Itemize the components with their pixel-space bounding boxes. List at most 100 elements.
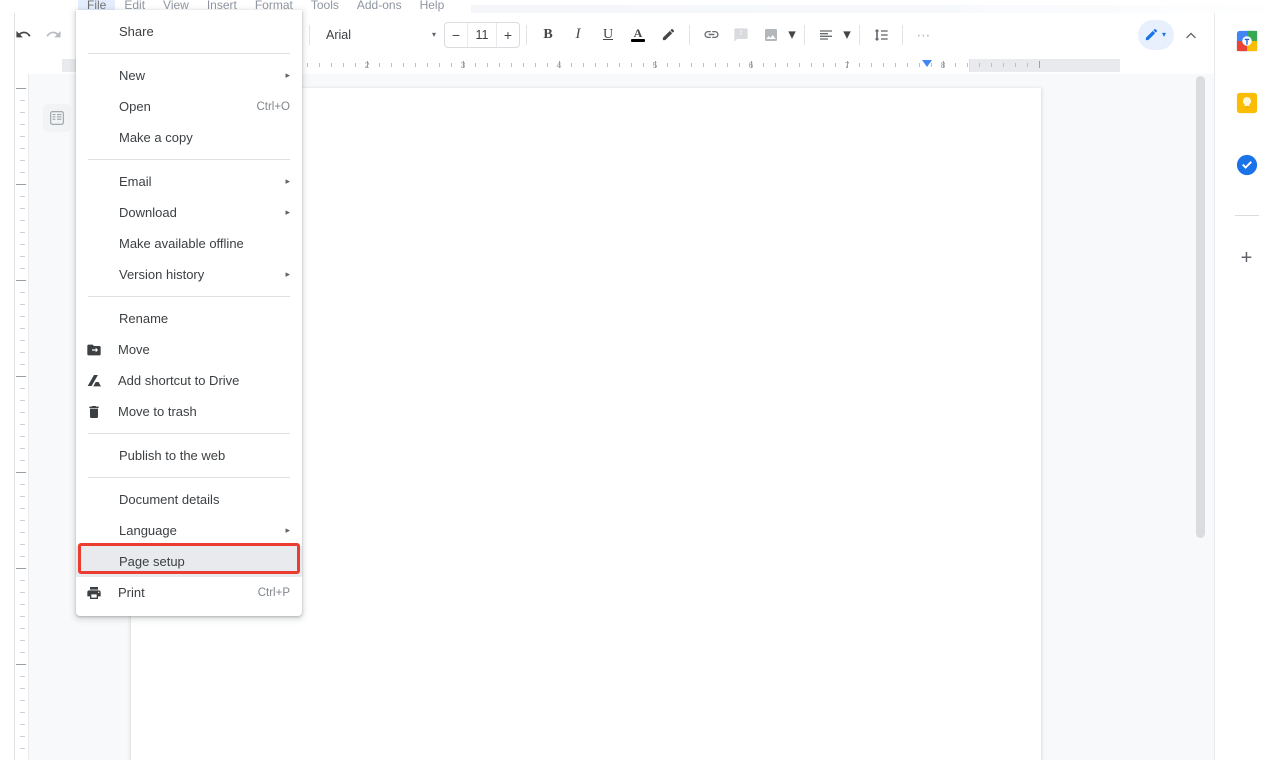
ruler-right-margin — [970, 59, 1120, 72]
menu-item-label: New — [119, 68, 146, 83]
print-icon-wrap — [76, 577, 112, 608]
redo-button[interactable] — [38, 20, 68, 50]
ruler-tick — [715, 63, 716, 67]
menu-item-document-details[interactable]: Document details — [76, 484, 302, 515]
right-indent-marker[interactable] — [922, 60, 932, 67]
menu-item-share[interactable]: Share — [76, 16, 302, 47]
menu-add-ons[interactable]: Add-ons — [348, 0, 411, 13]
vruler-tick — [20, 220, 25, 221]
menu-item-email[interactable]: Email ▸ — [76, 166, 302, 197]
ruler-tick-major — [751, 61, 752, 68]
comment-icon — [734, 27, 748, 42]
text-color-icon: A — [633, 25, 643, 40]
ruler-tick — [799, 63, 800, 67]
menu-item-label: Move to trash — [118, 404, 197, 419]
text-color-button[interactable]: A — [623, 20, 653, 50]
menu-item-label: Make available offline — [119, 236, 244, 251]
ruler-tick — [979, 63, 980, 67]
google-keep-icon[interactable] — [1235, 91, 1259, 115]
more-options-button[interactable]: ⋯ — [909, 20, 939, 50]
menu-item-publish-to-the-web[interactable]: Publish to the web — [76, 440, 302, 471]
collapse-toolbar-button[interactable] — [1176, 20, 1206, 50]
vruler-tick — [20, 580, 25, 581]
vruler-tick — [20, 484, 25, 485]
ellipsis-icon: ⋯ — [916, 26, 932, 43]
file-menu-dropdown[interactable]: Share New ▸ Open Ctrl+O Make a copy Email ▸ Down… — [76, 10, 302, 616]
italic-button[interactable]: I — [563, 20, 593, 50]
font-size-decrease-button[interactable]: − — [445, 23, 467, 47]
font-family-select[interactable]: Arial ▾ — [316, 21, 440, 49]
move-folder-icon — [87, 344, 101, 355]
underline-button[interactable]: U — [593, 20, 623, 50]
menu-item-language[interactable]: Language ▸ — [76, 515, 302, 546]
redo-icon — [45, 30, 61, 38]
menu-tools[interactable]: Tools — [302, 0, 348, 13]
menu-separator — [88, 296, 290, 297]
menu-item-new[interactable]: New ▸ — [76, 60, 302, 91]
menu-item-open[interactable]: Open Ctrl+O — [76, 91, 302, 122]
line-spacing-button[interactable] — [866, 20, 896, 50]
menu-item-make-available-offline[interactable]: Make available offline — [76, 228, 302, 259]
menu-item-rename[interactable]: Rename — [76, 303, 302, 334]
chevron-down-icon: ▾ — [1161, 30, 1166, 39]
vruler-tick — [20, 388, 25, 389]
menu-item-print[interactable]: Print Ctrl+P — [76, 577, 302, 608]
menu-help[interactable]: Help — [411, 0, 454, 13]
menu-item-download[interactable]: Download ▸ — [76, 197, 302, 228]
vruler-tick — [20, 400, 25, 401]
font-size-value[interactable]: 11 — [467, 22, 497, 47]
vruler-tick-major — [16, 184, 26, 185]
vruler-tick — [20, 244, 25, 245]
insert-image-caret[interactable]: ▾ — [786, 20, 798, 50]
vruler-tick — [20, 292, 25, 293]
keep-glyph — [1236, 92, 1257, 114]
menu-item-make-a-copy[interactable]: Make a copy — [76, 122, 302, 153]
ruler-tick — [1003, 63, 1004, 67]
highlighter-pen-icon — [662, 28, 674, 41]
add-comment-button[interactable] — [726, 20, 756, 50]
bold-button[interactable]: B — [533, 20, 563, 50]
ruler-tick — [355, 63, 356, 67]
menu-item-label: Document details — [119, 492, 220, 507]
vertical-ruler[interactable] — [16, 74, 29, 760]
editing-mode-button[interactable]: ▾ — [1137, 19, 1174, 50]
insert-link-button[interactable] — [696, 20, 726, 50]
vruler-tick — [20, 256, 25, 257]
pencil-icon — [1145, 28, 1158, 41]
ruler-tick — [643, 63, 644, 67]
vruler-tick — [20, 676, 25, 677]
highlight-color-button[interactable] — [653, 20, 683, 50]
document-outline-icon — [50, 111, 64, 125]
get-add-ons-button[interactable]: + — [1235, 246, 1259, 270]
font-size-increase-button[interactable]: + — [497, 23, 519, 47]
vruler-tick — [20, 460, 25, 461]
ruler-tick — [835, 63, 836, 67]
ruler-tick — [907, 63, 908, 67]
align-caret[interactable]: ▾ — [841, 20, 853, 50]
menu-item-label: Print — [118, 585, 145, 600]
vruler-tick — [20, 448, 25, 449]
vruler-tick-major — [16, 664, 26, 665]
vertical-scrollbar[interactable] — [1196, 76, 1205, 538]
ruler-tick — [991, 63, 992, 67]
menu-item-move-to-trash[interactable]: Move to trash — [76, 396, 302, 427]
vruler-tick — [20, 556, 25, 557]
menu-item-label: Share — [119, 24, 154, 39]
ruler-tick — [763, 63, 764, 67]
google-calendar-icon[interactable] — [1235, 29, 1259, 53]
insert-image-button[interactable] — [756, 20, 786, 50]
align-button[interactable] — [811, 20, 841, 50]
google-tasks-icon[interactable] — [1235, 153, 1259, 177]
menu-item-move[interactable]: Move — [76, 334, 302, 365]
ruler-tick — [343, 63, 344, 67]
toolbar-separator — [902, 24, 903, 45]
vruler-tick — [20, 304, 25, 305]
menu-item-version-history[interactable]: Version history ▸ — [76, 259, 302, 290]
trash-icon — [89, 405, 99, 418]
menu-item-page-setup[interactable]: Page setup — [76, 543, 302, 577]
left-gutter-divider — [14, 13, 15, 760]
menu-item-add-shortcut-to-drive[interactable]: Add shortcut to Drive — [76, 365, 302, 396]
show-document-outline-button[interactable] — [43, 104, 71, 132]
side-panel-divider — [1234, 215, 1259, 216]
ruler-tick — [955, 63, 956, 67]
